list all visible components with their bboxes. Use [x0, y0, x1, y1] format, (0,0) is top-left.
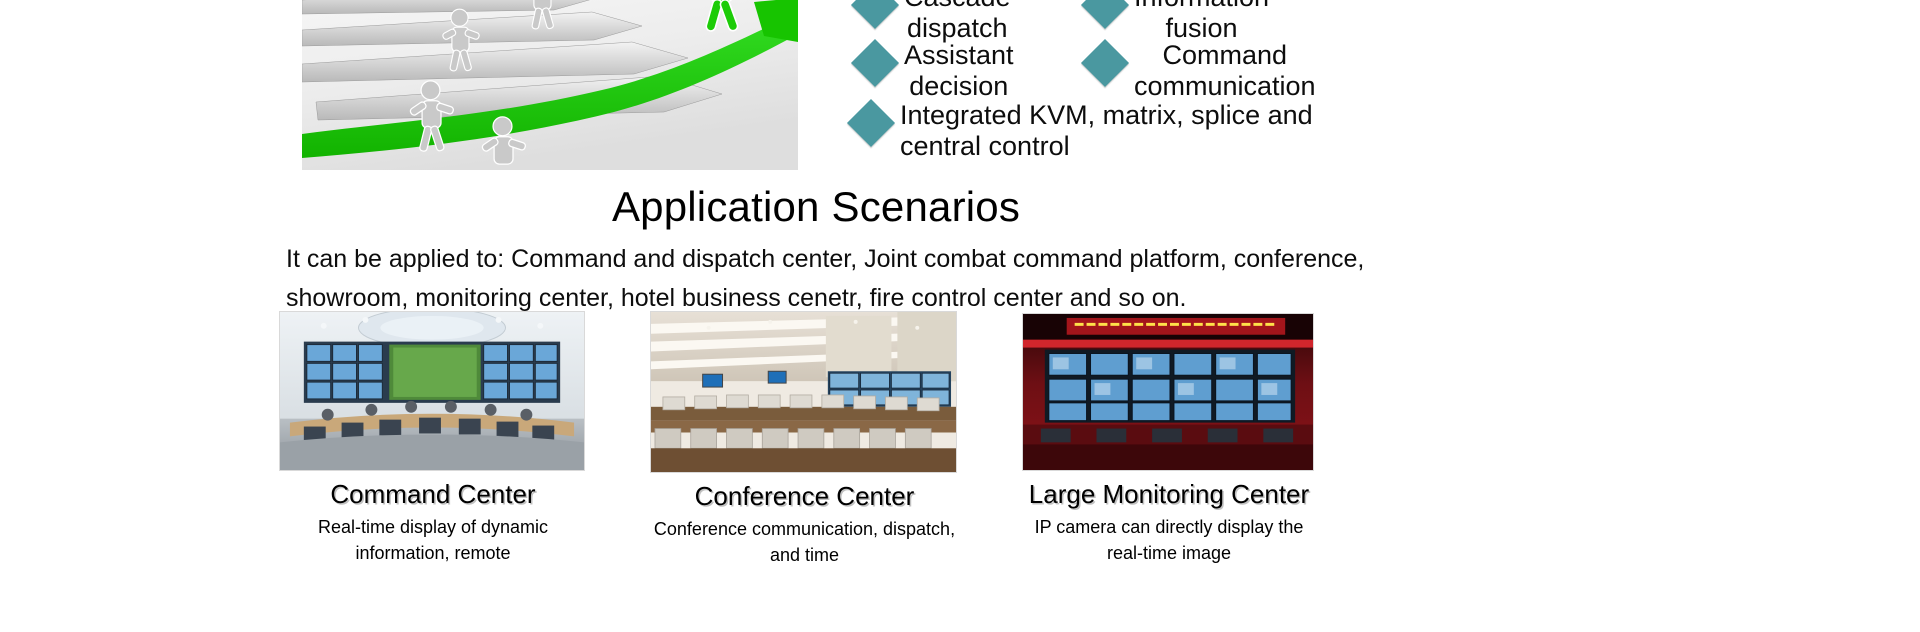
command-center-photo-icon [280, 312, 584, 470]
scenario-description: Real-time display of dynamic information… [317, 517, 549, 563]
scenario-photo-command-center [279, 311, 585, 471]
hero-illustration-icon [302, 0, 798, 170]
feature-bullet-information-fusion: Information fusion [1080, 0, 1338, 45]
feature-bullet-command-communication: Command communication [1080, 38, 1338, 103]
diamond-bullet-icon [850, 38, 900, 88]
feature-bullet-group: Cascade dispatch Assistant decision Info… [840, 0, 1440, 161]
feature-bullet-cascade-dispatch: Cascade dispatch [850, 0, 1088, 45]
section-intro-paragraph: It can be applied to: Command and dispat… [286, 245, 1365, 312]
feature-label: Integrated KVM, matrix, splice and centr… [900, 100, 1313, 162]
diamond-bullet-icon [846, 98, 896, 148]
feature-label: Information fusion [1134, 0, 1269, 44]
feature-bullet-integrated-kvm: Integrated KVM, matrix, splice and centr… [846, 98, 1414, 163]
scenario-caption: Large Monitoring Center [1028, 479, 1310, 509]
scenario-photo-large-monitoring-center [1022, 313, 1314, 471]
scenario-caption: Conference Center [694, 481, 915, 511]
diamond-bullet-icon [1080, 38, 1130, 88]
scenario-card-command-center: Command Center Real-time display of dyna… [279, 311, 587, 566]
feature-label: Cascade dispatch [904, 0, 1011, 44]
diamond-bullet-icon [850, 0, 900, 30]
scenario-caption: Command Center [330, 479, 536, 509]
feature-label: Command communication [1134, 40, 1316, 102]
scenario-description: Conference communication, dispatch, and … [653, 519, 956, 565]
scenario-card-conference-center: Conference Center Conference communicati… [650, 311, 959, 568]
feature-bullet-assistant-decision: Assistant decision [850, 38, 1088, 103]
conference-center-photo-icon [651, 312, 956, 472]
section-heading: Application Scenarios [611, 183, 1021, 230]
hero-image-green-arrow [302, 0, 798, 170]
diamond-bullet-icon [1080, 0, 1130, 30]
feature-label: Assistant decision [904, 40, 1014, 102]
scenario-card-large-monitoring-center: Large Monitoring Center IP camera can di… [1022, 313, 1316, 566]
scenario-photo-conference-center [650, 311, 957, 473]
large-monitoring-center-photo-icon [1023, 314, 1313, 470]
scenario-description: IP camera can directly display the real-… [1034, 517, 1304, 563]
slide-canvas: Cascade dispatch Assistant decision Info… [0, 0, 1920, 632]
